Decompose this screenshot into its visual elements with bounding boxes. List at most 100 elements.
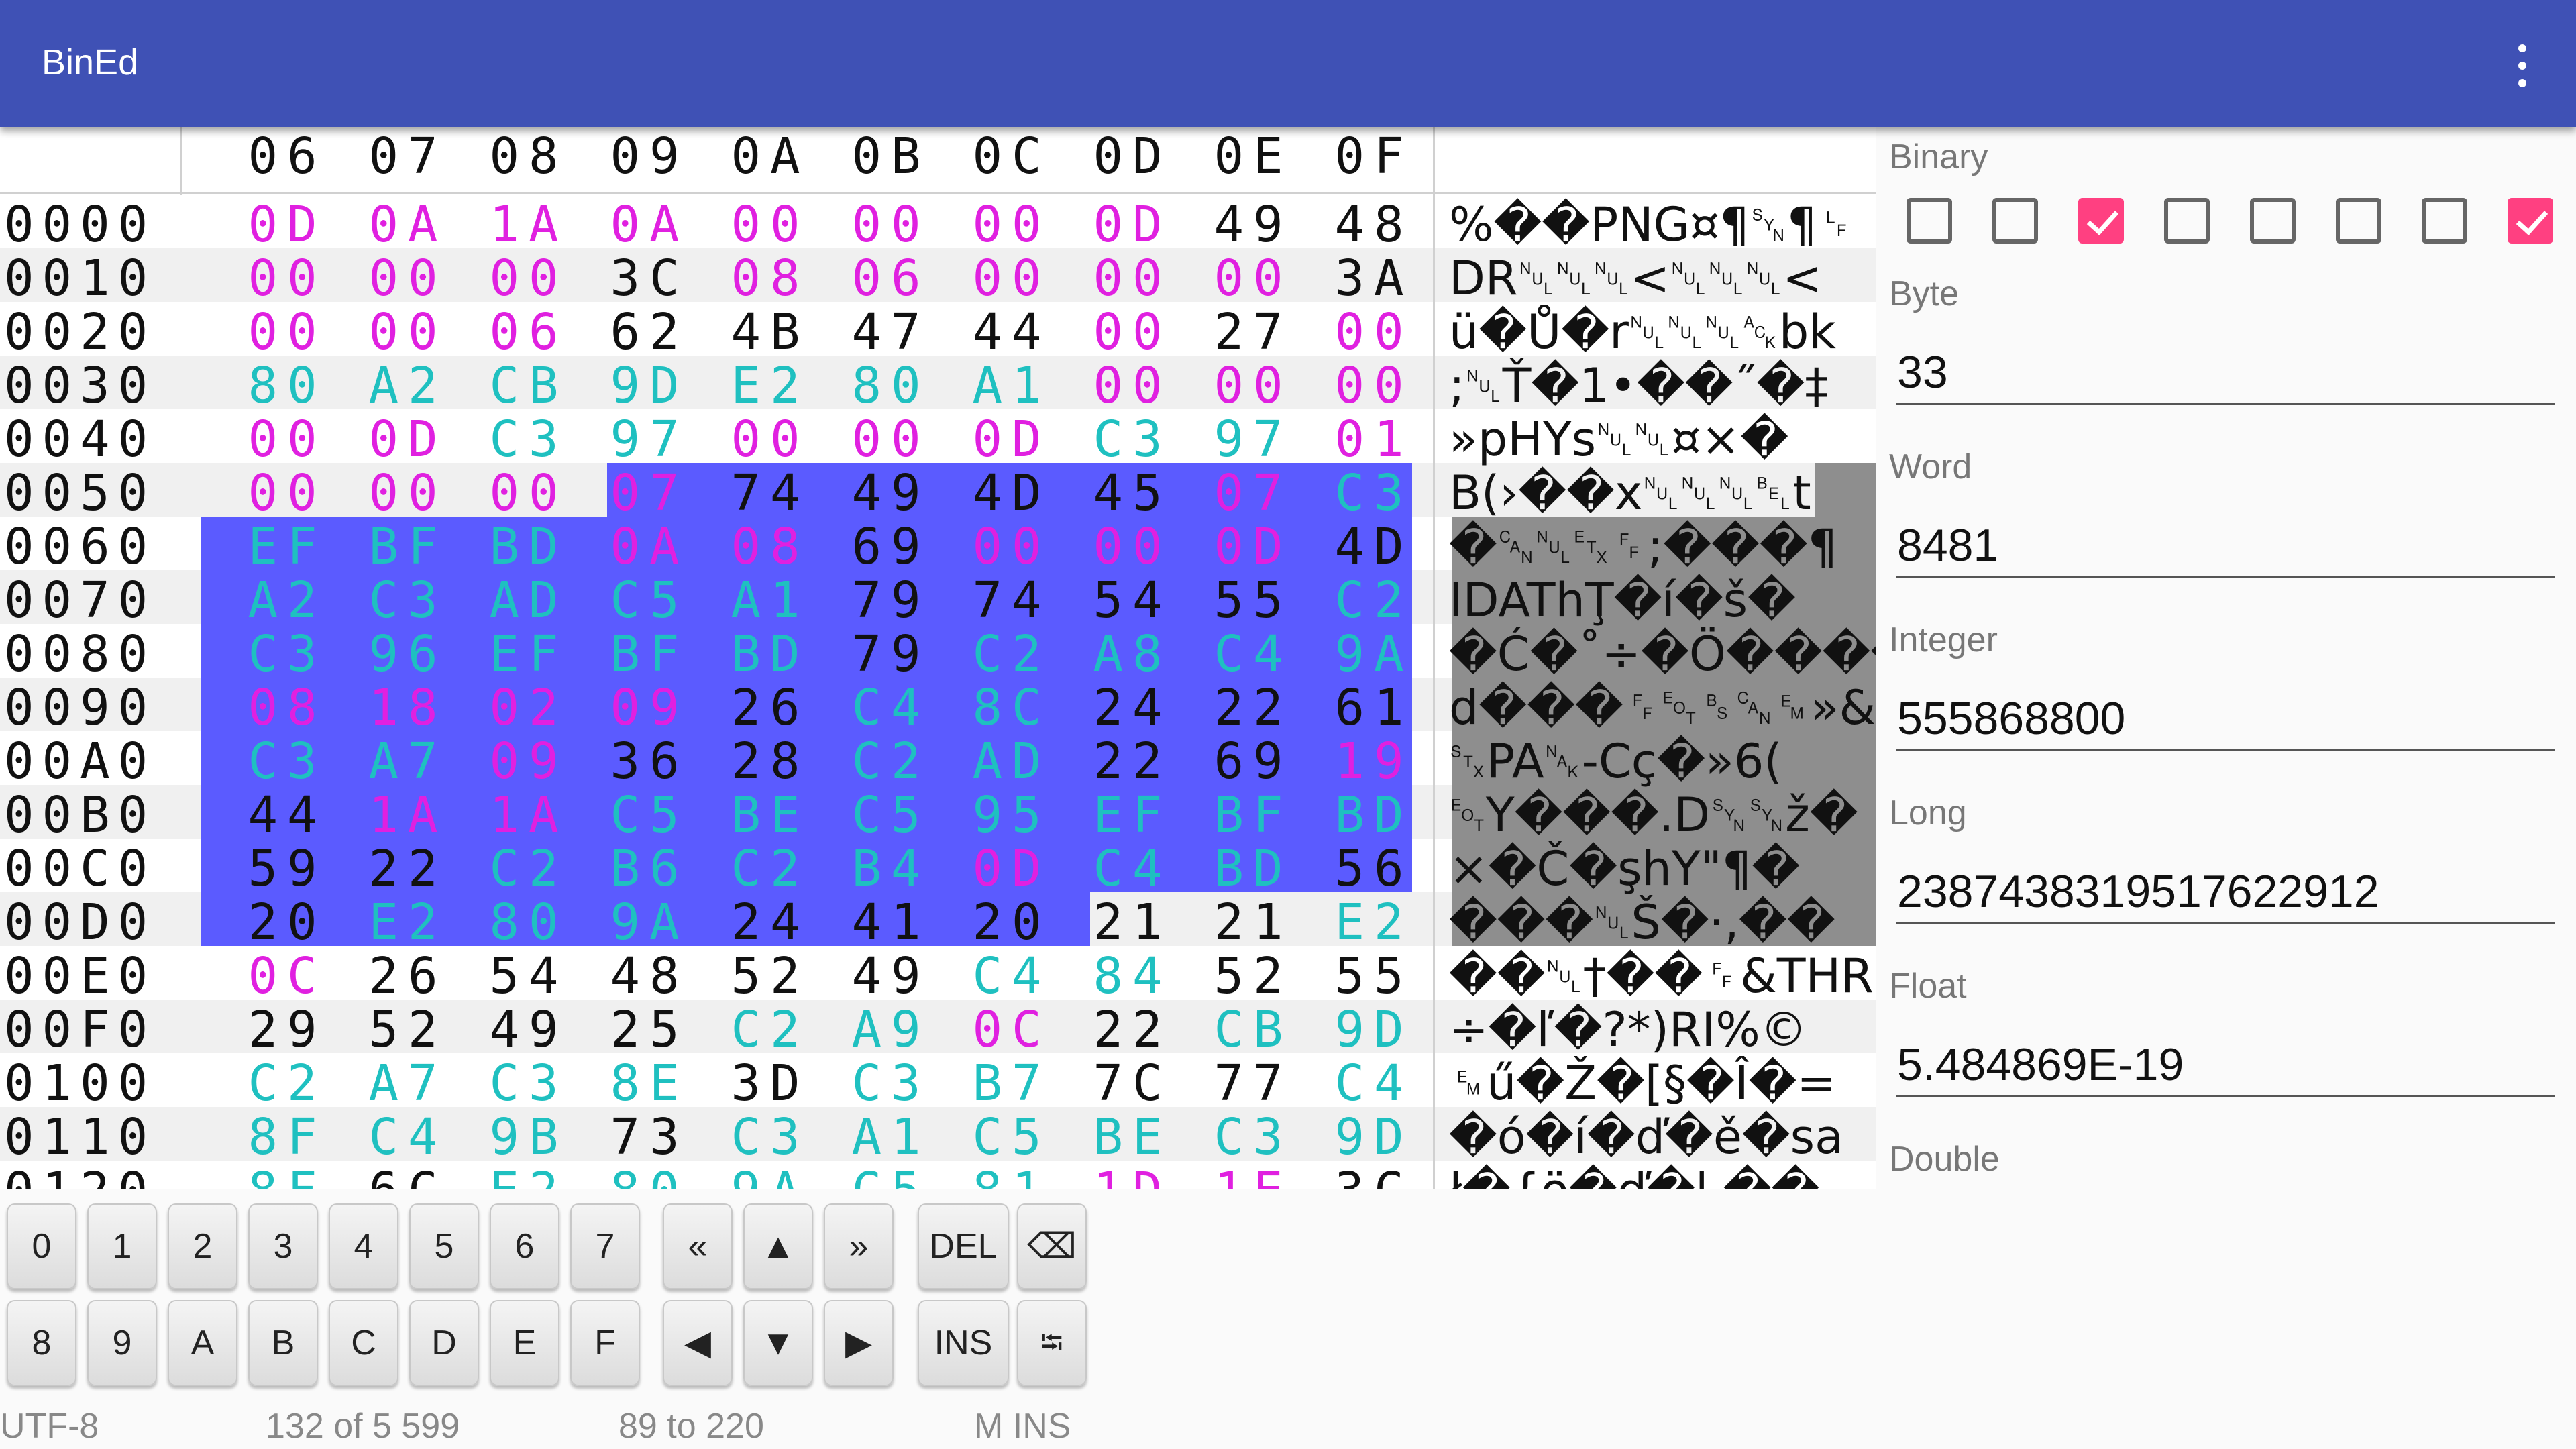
row-text-preview[interactable]: DR␀␀␀<␀␀␀<	[1449, 251, 1876, 307]
hex-byte-cell[interactable]: C3	[710, 1108, 830, 1166]
edit-mode-status[interactable]: M INS	[974, 1406, 1071, 1446]
hex-digit-key[interactable]: E	[490, 1300, 559, 1386]
hex-byte-cell[interactable]: C5	[589, 786, 710, 844]
hex-byte-cell[interactable]: C4	[1313, 1055, 1434, 1112]
hex-digit-key[interactable]: B	[248, 1300, 318, 1386]
hex-byte-cell[interactable]: E2	[710, 357, 830, 415]
hex-byte-cell[interactable]: C3	[1072, 411, 1193, 468]
hex-byte-cell[interactable]: 24	[710, 894, 830, 951]
hex-byte-cell[interactable]: 20	[951, 894, 1072, 951]
hex-byte-cell[interactable]: 00	[951, 196, 1072, 254]
hex-byte-cell[interactable]: 49	[830, 947, 951, 1005]
row-text-preview[interactable]: �␘␀␃␌;���¶	[1449, 519, 1876, 575]
hex-byte-cell[interactable]: 95	[951, 786, 1072, 844]
hex-byte-cell[interactable]: 84	[1072, 947, 1193, 1005]
hex-byte-cell[interactable]: 0A	[589, 196, 710, 254]
hex-byte-cell[interactable]: 0C	[227, 947, 347, 1005]
row-text-preview[interactable]: IDAThŢ�í�š�	[1449, 573, 1876, 628]
integer-field[interactable]	[1896, 688, 2555, 751]
row-text-preview[interactable]: ł�{ö�ď�l.��	[1449, 1163, 1876, 1189]
hex-digit-key[interactable]: A	[168, 1300, 237, 1386]
hex-byte-cell[interactable]: 55	[1313, 947, 1434, 1005]
hex-byte-cell[interactable]: 00	[830, 196, 951, 254]
hex-digit-key[interactable]: 5	[409, 1203, 479, 1289]
hex-byte-cell[interactable]: E2	[347, 894, 468, 951]
hex-byte-cell[interactable]: 00	[1313, 357, 1434, 415]
hex-byte-cell[interactable]: 69	[1193, 733, 1313, 790]
delete-key[interactable]: DEL	[918, 1203, 1009, 1289]
hex-byte-cell[interactable]: 52	[1193, 947, 1313, 1005]
hex-byte-cell[interactable]: 00	[1193, 357, 1313, 415]
hex-byte-cell[interactable]: 26	[347, 947, 468, 1005]
hex-byte-cell[interactable]: 4D	[951, 464, 1072, 522]
row-text-preview[interactable]: ÷�ľ�?*)RI%©	[1449, 1002, 1876, 1057]
row-text-preview[interactable]: B(›��x␀␀␀␇t	[1449, 466, 1876, 521]
up-arrow-key[interactable]: ▲	[743, 1203, 813, 1289]
hex-byte-cell[interactable]: 8C	[951, 679, 1072, 737]
hex-byte-cell[interactable]: 00	[1072, 250, 1193, 307]
hex-byte-cell[interactable]: A2	[227, 572, 347, 629]
hex-byte-cell[interactable]: 36	[589, 733, 710, 790]
hex-byte-cell[interactable]: 49	[830, 464, 951, 522]
hex-byte-cell[interactable]: 73	[589, 1108, 710, 1166]
hex-byte-cell[interactable]: 1E	[1193, 1162, 1313, 1189]
hex-byte-cell[interactable]: 00	[1193, 250, 1313, 307]
hex-byte-cell[interactable]: BD	[1193, 840, 1313, 898]
hex-byte-cell[interactable]: C2	[710, 840, 830, 898]
hex-byte-cell[interactable]: 09	[589, 679, 710, 737]
hex-byte-cell[interactable]: 97	[589, 411, 710, 468]
hex-byte-cell[interactable]: B4	[830, 840, 951, 898]
hex-byte-cell[interactable]: 8F	[227, 1162, 347, 1189]
tab-key[interactable]: ⭾	[1017, 1300, 1087, 1386]
hex-byte-cell[interactable]: 74	[710, 464, 830, 522]
bit-checkbox-5[interactable]	[2336, 198, 2381, 244]
hex-byte-cell[interactable]: A1	[710, 572, 830, 629]
hex-byte-cell[interactable]: C3	[227, 733, 347, 790]
hex-digit-key[interactable]: 2	[168, 1203, 237, 1289]
row-text-preview[interactable]: ␙ű�Ž�[§�Î�=	[1449, 1056, 1876, 1112]
hex-byte-cell[interactable]: 9D	[1313, 1001, 1434, 1059]
hex-byte-cell[interactable]: BD	[468, 518, 589, 576]
page-right-key[interactable]: »	[824, 1203, 894, 1289]
hex-byte-cell[interactable]: 0D	[951, 840, 1072, 898]
hex-byte-cell[interactable]: 59	[227, 840, 347, 898]
byte-field[interactable]	[1896, 342, 2555, 405]
hex-byte-cell[interactable]: E2	[468, 1162, 589, 1189]
hex-byte-cell[interactable]: AD	[468, 572, 589, 629]
hex-digit-key[interactable]: 4	[329, 1203, 398, 1289]
hex-byte-cell[interactable]: 6C	[347, 1162, 468, 1189]
hex-byte-cell[interactable]: 1A	[468, 196, 589, 254]
hex-byte-cell[interactable]: A7	[347, 733, 468, 790]
hex-byte-cell[interactable]: B7	[951, 1055, 1072, 1112]
hex-byte-cell[interactable]: 0A	[347, 196, 468, 254]
hex-byte-cell[interactable]: 24	[1072, 679, 1193, 737]
row-text-preview[interactable]: ;␀Ť�1•��˝�‡	[1449, 358, 1876, 414]
row-text-preview[interactable]: ␂PA␕-Cç�»6(	[1449, 734, 1876, 790]
hex-byte-cell[interactable]: 62	[589, 303, 710, 361]
hex-digit-key[interactable]: D	[409, 1300, 479, 1386]
down-arrow-key[interactable]: ▼	[743, 1300, 813, 1386]
hex-byte-cell[interactable]: C3	[227, 625, 347, 683]
hex-digit-key[interactable]: 8	[7, 1300, 76, 1386]
hex-byte-cell[interactable]: E2	[1313, 894, 1434, 951]
hex-byte-cell[interactable]: 00	[1072, 518, 1193, 576]
hex-byte-cell[interactable]: 1A	[347, 786, 468, 844]
hex-byte-cell[interactable]: C3	[1313, 464, 1434, 522]
hex-byte-cell[interactable]: 52	[710, 947, 830, 1005]
hex-digit-key[interactable]: 6	[490, 1203, 559, 1289]
encoding-status[interactable]: UTF-8	[0, 1406, 99, 1446]
hex-byte-cell[interactable]: C3	[830, 1055, 951, 1112]
row-text-preview[interactable]: ��␀†��␌&THR	[1449, 949, 1876, 1004]
hex-byte-cell[interactable]: 49	[1193, 196, 1313, 254]
hex-byte-cell[interactable]: C2	[951, 625, 1072, 683]
hex-byte-cell[interactable]: C2	[710, 1001, 830, 1059]
hex-byte-cell[interactable]: 09	[468, 733, 589, 790]
hex-byte-cell[interactable]: 00	[951, 250, 1072, 307]
hex-byte-cell[interactable]: C4	[830, 679, 951, 737]
hex-byte-cell[interactable]: 00	[1072, 357, 1193, 415]
hex-byte-cell[interactable]: 3C	[589, 250, 710, 307]
left-arrow-key[interactable]: ◀	[663, 1300, 733, 1386]
hex-byte-cell[interactable]: 22	[1072, 1001, 1193, 1059]
hex-byte-cell[interactable]: BF	[1193, 786, 1313, 844]
hex-editor-area[interactable]: 06 07 08 09 0A 0B 0C 0D 0E 0F 0000 0D 0A 1A 0A 00 00 00 0…	[0, 127, 1876, 1189]
